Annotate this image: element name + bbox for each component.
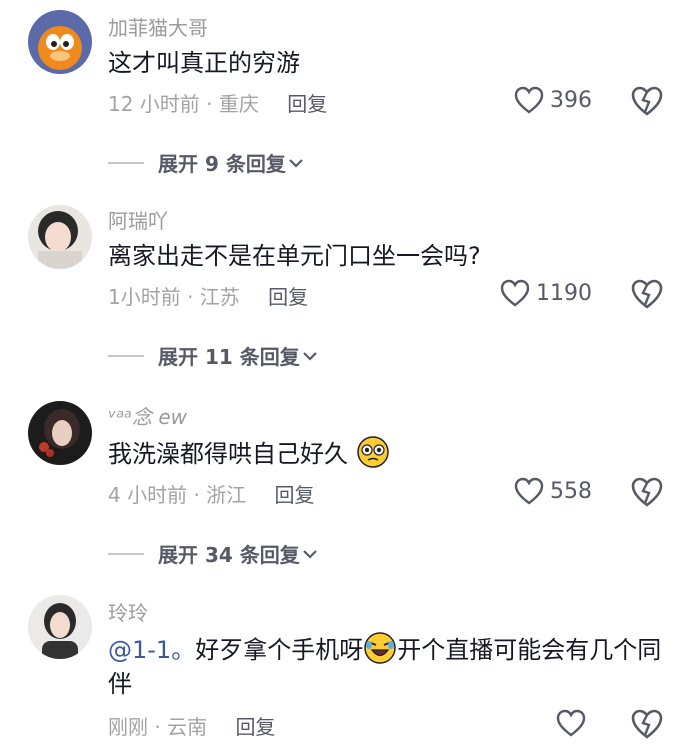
like-count: 558: [550, 478, 592, 504]
dislike-button[interactable]: [630, 707, 664, 741]
time-location: 刚刚 · 云南: [108, 715, 208, 739]
expand-replies-button[interactable]: 展开 34 条回复: [108, 539, 318, 568]
comment-text: 离家出走不是在单元门口坐一会吗?: [108, 239, 668, 273]
reply-button[interactable]: 回复: [235, 715, 275, 739]
heart-outline-icon: [556, 709, 586, 737]
expand-replies-label: 展开 11 条回复: [158, 345, 300, 369]
chevron-down-icon: [302, 549, 317, 559]
reply-button[interactable]: 回复: [268, 285, 308, 309]
comment-body: 我洗澡都得哄自己好久: [108, 440, 348, 468]
like-button[interactable]: 396: [514, 86, 592, 114]
comment-text: 我洗澡都得哄自己好久: [108, 435, 668, 471]
avatar[interactable]: [28, 205, 92, 269]
like-count: 396: [550, 87, 592, 113]
like-button[interactable]: 558: [514, 477, 592, 505]
comment-meta: 1小时前 · 江苏 回复: [108, 281, 308, 310]
broken-heart-icon: [631, 279, 663, 309]
chevron-down-icon: [289, 158, 303, 168]
heart-outline-icon: [500, 279, 530, 307]
broken-heart-icon: [631, 477, 663, 507]
heart-outline-icon: [514, 86, 544, 114]
broken-heart-icon: [631, 709, 663, 739]
divider-line: [108, 552, 144, 555]
dislike-button[interactable]: [630, 475, 664, 509]
time-location: 12 小时前 · 重庆: [108, 92, 259, 116]
username[interactable]: ᵛᵃᵃ念 ew: [108, 401, 187, 430]
rolling-laughing-emoji-icon: [364, 632, 396, 664]
username[interactable]: 加菲猫大哥: [108, 12, 208, 41]
comment-body: 这才叫真正的穷游: [108, 49, 300, 77]
comment-meta: 4 小时前 · 浙江 回复: [108, 479, 315, 508]
time-location: 1小时前 · 江苏: [108, 285, 240, 309]
chevron-down-icon: [302, 351, 317, 361]
dislike-button[interactable]: [630, 84, 664, 118]
username[interactable]: 玲玲: [108, 597, 148, 626]
avatar[interactable]: [28, 401, 92, 465]
comment-body: 好歹拿个手机呀: [195, 636, 364, 664]
comment-meta: 刚刚 · 云南 回复: [108, 711, 275, 740]
divider-line: [108, 354, 144, 357]
comment-body: 离家出走不是在单元门口坐一会吗?: [108, 242, 481, 270]
username[interactable]: 阿瑞吖: [108, 205, 168, 234]
mention-link[interactable]: @1-1。: [108, 636, 195, 664]
comment-text: @1-1。好歹拿个手机呀 开个直播可能会有几个同伴: [108, 631, 668, 701]
time-location: 4 小时前 · 浙江: [108, 483, 247, 507]
like-count: 1190: [536, 280, 592, 306]
reply-button[interactable]: 回复: [275, 483, 315, 507]
avatar[interactable]: [28, 10, 92, 74]
divider-line: [108, 161, 144, 164]
expand-replies-button[interactable]: 展开 11 条回复: [108, 341, 318, 370]
comment-text: 这才叫真正的穷游: [108, 46, 668, 80]
avatar[interactable]: [28, 595, 92, 659]
expand-replies-label: 展开 9 条回复: [158, 152, 286, 176]
expand-replies-button[interactable]: 展开 9 条回复: [108, 148, 304, 177]
like-button[interactable]: [556, 709, 592, 737]
comment-meta: 12 小时前 · 重庆 回复: [108, 88, 327, 117]
expand-replies-label: 展开 34 条回复: [158, 543, 300, 567]
broken-heart-icon: [631, 86, 663, 116]
heart-outline-icon: [514, 477, 544, 505]
flushed-face-emoji-icon: [356, 436, 389, 468]
like-button[interactable]: 1190: [500, 279, 592, 307]
reply-button[interactable]: 回复: [287, 92, 327, 116]
dislike-button[interactable]: [630, 277, 664, 311]
